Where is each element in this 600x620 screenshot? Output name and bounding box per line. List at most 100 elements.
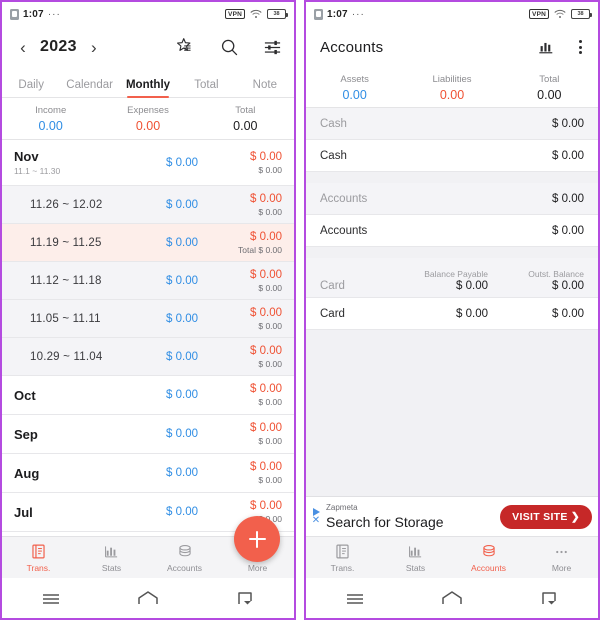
account-group-header[interactable]: Cash$ 0.00 bbox=[306, 108, 598, 140]
ellipsis-icon bbox=[553, 543, 570, 561]
row-income-amount: $ 0.00 bbox=[126, 467, 208, 479]
summary-caption: Assets bbox=[306, 73, 403, 87]
ad-close-icon[interactable]: ✕ bbox=[312, 517, 320, 525]
account-group-header[interactable]: Accounts$ 0.00 bbox=[306, 183, 598, 215]
year-navigation-bar: ‹ 2023 › bbox=[2, 26, 294, 68]
tab-calendar[interactable]: Calendar bbox=[60, 79, 118, 97]
row-label: 11.19 ~ 11.25 bbox=[14, 237, 126, 249]
tab-note[interactable]: Note bbox=[236, 79, 294, 97]
nav-item-stats[interactable]: Stats bbox=[75, 543, 148, 573]
nav-item-more[interactable]: More bbox=[525, 543, 598, 573]
summary-cell-expenses: Expenses0.00 bbox=[99, 104, 196, 134]
summary-cell-income: Income0.00 bbox=[2, 104, 99, 134]
nav-item-accounts[interactable]: Accounts bbox=[148, 543, 221, 573]
row-income-amount: $ 0.00 bbox=[126, 389, 208, 401]
status-bar-left: 1:07 ··· VPN 38 bbox=[2, 2, 294, 26]
star-list-icon[interactable] bbox=[176, 37, 196, 57]
overflow-menu-icon[interactable] bbox=[577, 38, 584, 55]
menu-icon[interactable] bbox=[2, 591, 99, 605]
account-balance: $ 0.00 bbox=[488, 308, 584, 320]
row-total-amount: $ 0.00 bbox=[208, 435, 282, 447]
tab-total[interactable]: Total bbox=[177, 79, 235, 97]
week-date-range: 11.26 ~ 12.02 bbox=[14, 199, 126, 211]
account-balance: $ 0.00 bbox=[506, 225, 584, 237]
month-row[interactable]: Oct$ 0.00$ 0.00$ 0.00 bbox=[2, 376, 294, 415]
account-row[interactable]: Cash$ 0.00 bbox=[306, 140, 598, 172]
month-name: Sep bbox=[14, 427, 126, 442]
tab-label: Total bbox=[194, 79, 218, 91]
nav-item-trans[interactable]: Trans. bbox=[2, 543, 75, 573]
ad-visit-site-button[interactable]: VISIT SITE ❯ bbox=[500, 505, 592, 529]
row-income-amount: $ 0.00 bbox=[126, 237, 208, 249]
row-expense-amount: $ 0.00 bbox=[208, 150, 282, 164]
nav-item-label: Accounts bbox=[167, 563, 202, 573]
week-row[interactable]: 11.05 ~ 11.11$ 0.00$ 0.00$ 0.00 bbox=[2, 300, 294, 338]
back-icon[interactable] bbox=[197, 590, 294, 606]
status-more-dots: ··· bbox=[48, 9, 61, 20]
battery-icon: 38 bbox=[267, 9, 286, 19]
prev-year-button[interactable]: ‹ bbox=[14, 39, 32, 56]
ad-headline: Search for Storage bbox=[326, 513, 500, 531]
nav-item-trans[interactable]: Trans. bbox=[306, 543, 379, 573]
account-row[interactable]: Accounts$ 0.00 bbox=[306, 215, 598, 247]
current-year-label[interactable]: 2023 bbox=[40, 38, 77, 56]
account-group-name: Accounts bbox=[320, 193, 506, 205]
row-expense-amount: $ 0.00 bbox=[208, 382, 282, 396]
accounts-group-list[interactable]: Cash$ 0.00Cash$ 0.00Accounts$ 0.00Accoun… bbox=[306, 108, 598, 496]
nav-item-label: Accounts bbox=[471, 563, 506, 573]
tab-monthly[interactable]: Monthly bbox=[119, 79, 177, 97]
month-row[interactable]: Aug$ 0.00$ 0.00$ 0.00 bbox=[2, 454, 294, 493]
row-income-amount: $ 0.00 bbox=[126, 506, 208, 518]
tab-label: Calendar bbox=[66, 79, 113, 91]
android-system-bar-left bbox=[2, 578, 294, 618]
search-icon[interactable] bbox=[220, 38, 239, 57]
row-income-amount: $ 0.00 bbox=[126, 351, 208, 363]
account-name: Card bbox=[320, 308, 392, 320]
row-label: Aug bbox=[14, 466, 126, 481]
bar-chart-icon bbox=[407, 543, 424, 561]
week-row[interactable]: 11.12 ~ 11.18$ 0.00$ 0.00$ 0.00 bbox=[2, 262, 294, 300]
month-row[interactable]: Nov11.1 ~ 11.30$ 0.00$ 0.00$ 0.00 bbox=[2, 140, 294, 186]
row-label: 11.26 ~ 12.02 bbox=[14, 199, 126, 211]
accounts-header-icons bbox=[537, 38, 584, 56]
week-row[interactable]: 11.19 ~ 11.25$ 0.00$ 0.00Total $ 0.00 bbox=[2, 224, 294, 262]
month-row[interactable]: Sep$ 0.00$ 0.00$ 0.00 bbox=[2, 415, 294, 454]
row-label: Nov11.1 ~ 11.30 bbox=[14, 149, 126, 177]
row-label: 11.05 ~ 11.11 bbox=[14, 313, 126, 325]
account-row[interactable]: Card$ 0.00$ 0.00 bbox=[306, 298, 598, 330]
account-group-header[interactable]: CardBalance Payable$ 0.00Outst. Balance$… bbox=[306, 258, 598, 298]
week-row[interactable]: 11.26 ~ 12.02$ 0.00$ 0.00$ 0.00 bbox=[2, 186, 294, 224]
nav-item-label: Trans. bbox=[331, 563, 355, 573]
nav-item-label: Stats bbox=[102, 563, 121, 573]
summary-value: 0.00 bbox=[306, 87, 403, 103]
column-caption: Outst. Balance bbox=[488, 269, 584, 280]
summary-caption: Total bbox=[501, 73, 598, 87]
accounts-header: Accounts bbox=[306, 26, 598, 68]
account-group-total: $ 0.00 bbox=[506, 193, 584, 205]
status-bar-right: 1:07 ··· VPN 38 bbox=[306, 2, 598, 26]
nav-item-label: More bbox=[248, 563, 267, 573]
week-row[interactable]: 10.29 ~ 11.04$ 0.00$ 0.00$ 0.00 bbox=[2, 338, 294, 376]
nav-item-accounts[interactable]: Accounts bbox=[452, 543, 525, 573]
home-icon[interactable] bbox=[99, 590, 196, 606]
filter-icon[interactable] bbox=[263, 38, 282, 57]
account-name: Accounts bbox=[320, 225, 506, 237]
week-date-range: 11.05 ~ 11.11 bbox=[14, 313, 126, 325]
summary-cell-assets: Assets0.00 bbox=[306, 73, 403, 103]
next-year-button[interactable]: › bbox=[85, 39, 103, 56]
tab-daily[interactable]: Daily bbox=[2, 79, 60, 97]
bar-chart-icon[interactable] bbox=[537, 38, 555, 56]
nav-item-stats[interactable]: Stats bbox=[379, 543, 452, 573]
account-group-total: $ 0.00 bbox=[506, 118, 584, 130]
monthly-list[interactable]: Nov11.1 ~ 11.30$ 0.00$ 0.00$ 0.0011.26 ~… bbox=[2, 140, 294, 536]
menu-icon[interactable] bbox=[306, 591, 403, 605]
status-bar-right-group: VPN 38 bbox=[529, 9, 590, 19]
accounts-summary-row: Assets0.00Liabilities0.00Total0.00 bbox=[306, 68, 598, 108]
add-transaction-button[interactable] bbox=[234, 516, 280, 562]
ad-banner[interactable]: ✕ Zapmeta Search for Storage VISIT SITE … bbox=[306, 496, 598, 536]
home-icon[interactable] bbox=[403, 590, 500, 606]
back-icon[interactable] bbox=[501, 590, 598, 606]
month-name: Jul bbox=[14, 505, 126, 520]
coins-icon bbox=[480, 543, 498, 561]
period-summary-row: Income0.00Expenses0.00Total0.00 bbox=[2, 98, 294, 140]
